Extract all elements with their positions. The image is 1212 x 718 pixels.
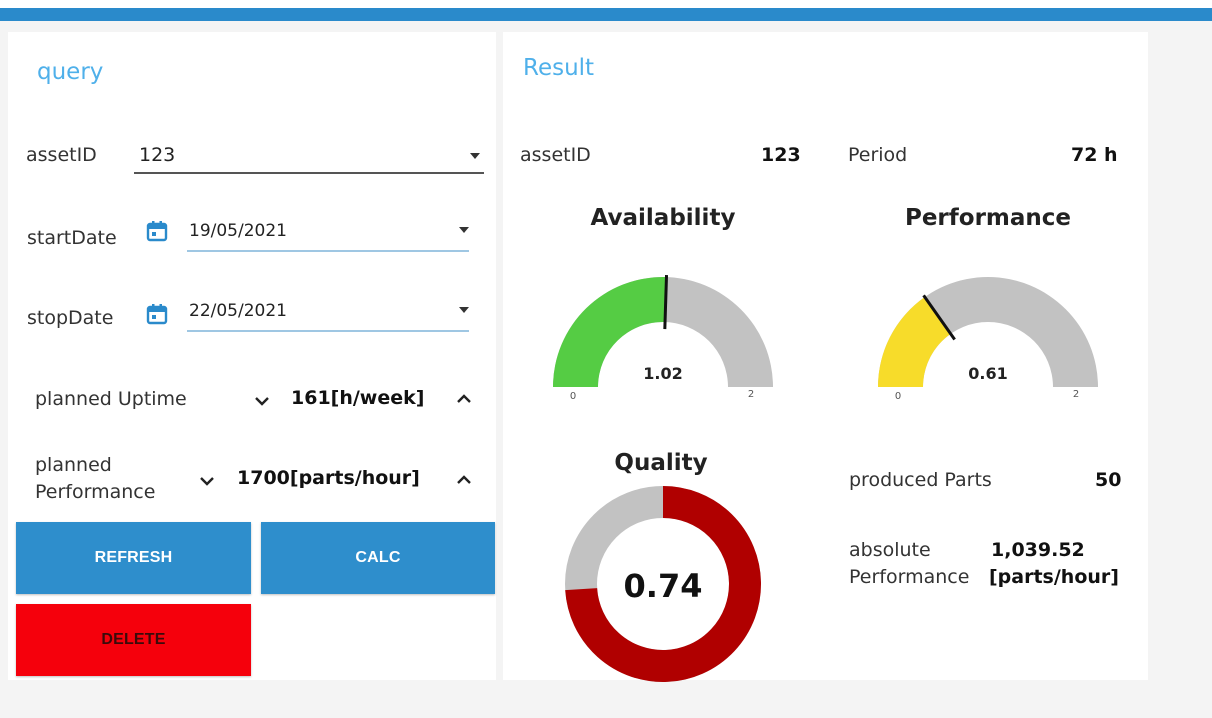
result-asset-id-label: assetID: [520, 144, 591, 166]
calendar-icon[interactable]: [146, 220, 168, 242]
chevron-down-icon[interactable]: [199, 475, 215, 487]
chevron-up-icon[interactable]: [456, 474, 472, 486]
header-stripe: [0, 8, 1212, 21]
availability-gauge: 1.02 0 2: [553, 275, 773, 402]
performance-title: Performance: [904, 205, 1072, 231]
quality-title: Quality: [614, 450, 708, 476]
start-date-label: startDate: [27, 227, 117, 249]
query-panel: query assetID 123 startDate 19/05/2021 s…: [8, 32, 496, 680]
asset-id-label: assetID: [26, 144, 97, 166]
calc-button[interactable]: CALC: [261, 522, 495, 594]
start-date-input[interactable]: 19/05/2021: [187, 216, 469, 252]
result-panel: Result assetID 123 Period 72 h Availabil…: [503, 32, 1148, 682]
absolute-performance-value: 1,039.52 [parts/hour]: [989, 537, 1119, 591]
planned-uptime-label: planned Uptime: [35, 388, 187, 410]
stop-date-input[interactable]: 22/05/2021: [187, 296, 469, 332]
chevron-down-icon[interactable]: [459, 307, 469, 313]
planned-performance-label-line1: planned: [35, 454, 112, 476]
absolute-performance-value-line1: 1,039.52: [991, 539, 1085, 561]
asset-id-select[interactable]: 123: [134, 138, 484, 174]
period-value: 72 h: [1071, 144, 1118, 166]
calendar-icon[interactable]: [146, 303, 168, 325]
delete-button[interactable]: DELETE: [16, 604, 251, 676]
chevron-down-icon[interactable]: [254, 395, 270, 407]
asset-id-value: 123: [139, 144, 176, 166]
stop-date-label: stopDate: [27, 307, 114, 329]
performance-min-label: 0: [895, 391, 901, 402]
produced-parts-value: 50: [1095, 469, 1122, 491]
top-bar: [0, 0, 1212, 21]
planned-performance-value[interactable]: 1700[parts/hour]: [237, 467, 420, 489]
performance-max-label: 2: [1073, 389, 1079, 400]
performance-value: 0.61: [968, 364, 1007, 383]
availability-value: 1.02: [643, 364, 682, 383]
quality-donut: 0.74: [565, 486, 761, 682]
chevron-down-icon[interactable]: [459, 227, 469, 233]
refresh-button[interactable]: REFRESH: [16, 522, 251, 594]
quality-value: 0.74: [624, 567, 703, 605]
absolute-performance-label-line1: absolute: [849, 539, 931, 561]
absolute-performance-label: absolute Performance: [849, 537, 969, 591]
availability-title: Availability: [590, 205, 736, 231]
planned-performance-label-line2: Performance: [35, 481, 156, 503]
query-title: query: [37, 59, 104, 85]
absolute-performance-value-line2: [parts/hour]: [989, 566, 1119, 588]
performance-gauge: 0.61 0 2: [878, 277, 1098, 402]
result-title: Result: [523, 55, 595, 81]
result-asset-id-value: 123: [761, 144, 801, 166]
chevron-down-icon[interactable]: [470, 153, 480, 159]
availability-max-label: 2: [748, 389, 754, 400]
availability-min-label: 0: [570, 391, 576, 402]
planned-performance-label: planned Performance: [35, 452, 155, 506]
period-label: Period: [848, 144, 908, 166]
planned-uptime-value[interactable]: 161[h/week]: [291, 387, 424, 409]
chevron-up-icon[interactable]: [456, 393, 472, 405]
stop-date-value: 22/05/2021: [189, 301, 287, 321]
gauge-needle: [663, 275, 669, 330]
start-date-value: 19/05/2021: [189, 221, 287, 241]
produced-parts-label: produced Parts: [849, 469, 992, 491]
absolute-performance-label-line2: Performance: [849, 566, 970, 588]
